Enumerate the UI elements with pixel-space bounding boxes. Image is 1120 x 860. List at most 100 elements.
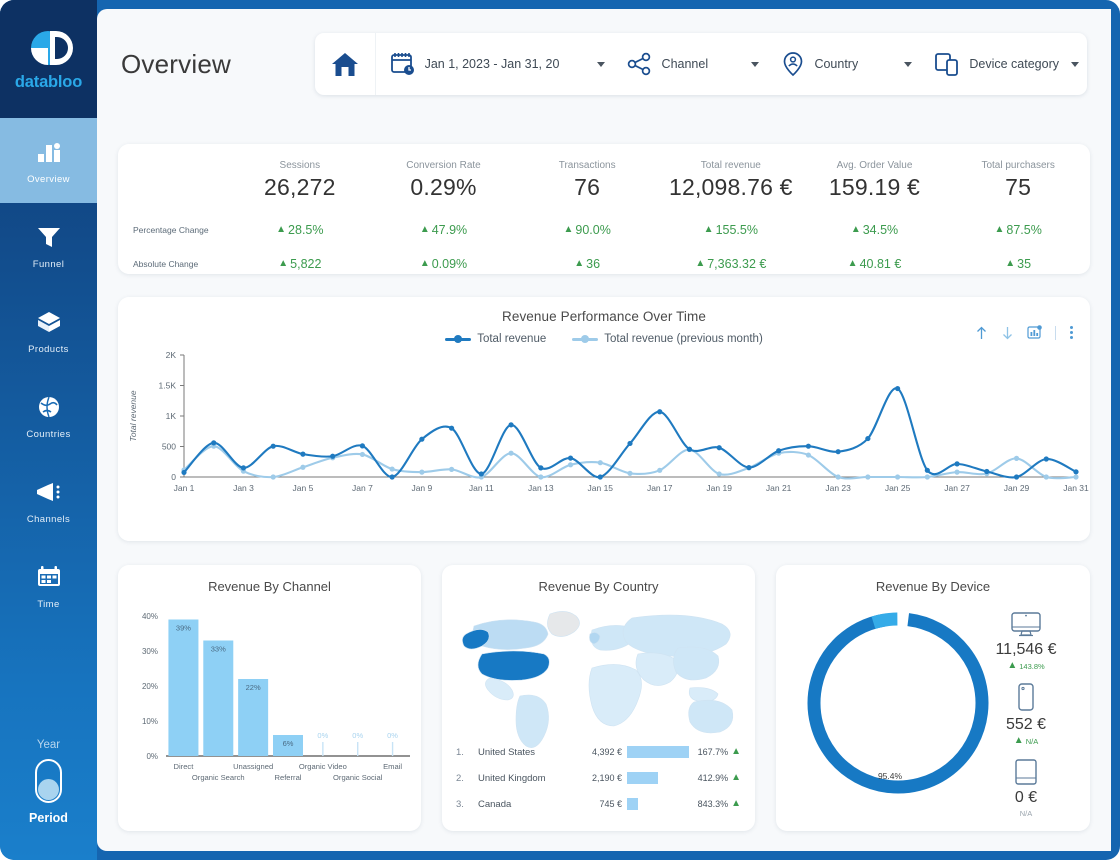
home-button[interactable]	[315, 33, 376, 95]
row-country: United States	[478, 746, 536, 758]
sidebar-item-label: Channels	[26, 513, 71, 525]
sidebar-item-products[interactable]: Products	[0, 288, 97, 373]
kpi-value: 26,272	[264, 174, 336, 200]
toggle-track[interactable]	[35, 759, 62, 803]
svg-text:Jan 7: Jan 7	[352, 483, 373, 493]
svg-text:0%: 0%	[387, 731, 398, 740]
row-bar	[627, 772, 689, 784]
filter-bar: Jan 1, 2023 - Jan 31, 2023 Channel Count…	[314, 33, 1087, 95]
row-rank: 3.	[456, 798, 464, 810]
list-item[interactable]: 0 € N/A	[1012, 757, 1040, 818]
filter-country[interactable]: Country	[767, 33, 920, 95]
svg-text:Jan 29: Jan 29	[1004, 483, 1030, 493]
up-arrow-icon: ▲	[994, 224, 1005, 235]
filter-device-category[interactable]: Device category	[920, 33, 1087, 95]
device-breakdown-list: 11,546 € ▲ 143.8% 552 € ▲ N/A 0 € N/A	[980, 611, 1072, 818]
brand-name: databloo	[14, 72, 83, 91]
revenue-by-channel-card: Revenue By Channel 0% 10% 20% 30% 40% 39% Dire…	[118, 565, 421, 831]
brand-logo[interactable]: databloo	[0, 0, 97, 118]
desktop-icon	[1009, 611, 1043, 639]
sidebar-item-time[interactable]: Time	[0, 543, 97, 628]
list-item[interactable]: 11,546 € ▲ 143.8%	[995, 611, 1057, 671]
kpi-abs-value: 40.81 €	[859, 257, 902, 271]
kpi-label: Total purchasers	[981, 160, 1055, 171]
svg-text:Jan 5: Jan 5	[293, 483, 314, 493]
chevron-down-icon[interactable]	[751, 61, 760, 67]
sidebar-item-overview[interactable]: Overview	[0, 118, 97, 203]
kpi-pct-sessions: ▲ 28.5%	[228, 213, 372, 247]
more-options-icon[interactable]	[1069, 325, 1074, 340]
kpi-abs-value: 5,822	[290, 257, 322, 271]
legend-color-swatch	[572, 335, 599, 343]
chevron-down-icon[interactable]	[904, 61, 913, 67]
table-row[interactable]: 3. Canada 745 € 843.3% ▲	[456, 791, 741, 817]
device-change: N/A	[1019, 809, 1033, 818]
kpi-abs-transactions: ▲ 36	[515, 247, 659, 281]
page-title: Overview	[121, 48, 231, 79]
table-row[interactable]: 1. United States 4,392 € 167.7% ▲	[456, 739, 741, 765]
svg-text:Email: Email	[383, 762, 402, 771]
period-toggle[interactable]: Year Period	[0, 739, 97, 825]
sidebar-item-label: Time	[37, 598, 60, 610]
chevron-down-icon[interactable]	[1070, 61, 1079, 67]
legend-item-total-revenue-previous[interactable]: Total revenue (previous month)	[572, 333, 763, 345]
device-change: ▲ N/A	[1013, 735, 1039, 746]
toggle-knob[interactable]	[38, 779, 59, 800]
country-ranking-table: 1. United States 4,392 € 167.7% ▲ 2. Unit…	[456, 739, 741, 817]
up-arrow-icon: ▲	[1013, 735, 1024, 746]
bar-chart-icon	[36, 137, 62, 167]
svg-text:1.5K: 1.5K	[159, 381, 177, 391]
kpi-pct-value: 87.5%	[1006, 223, 1042, 237]
world-map[interactable]	[442, 596, 755, 748]
kpi-summary-card: Sessions 26,272 Conversion Rate 0.29% Tr…	[118, 144, 1090, 274]
row-change: 843.3% ▲	[697, 798, 741, 810]
chart-toolbar	[975, 325, 1074, 340]
revenue-by-channel-chart: 0% 10% 20% 30% 40% 39% Direct 33% Organic Search…	[142, 612, 410, 782]
sidebar-item-funnel[interactable]: Funnel	[0, 203, 97, 288]
up-arrow-icon: ▲	[574, 258, 585, 269]
svg-text:Jan 11: Jan 11	[469, 483, 494, 493]
row-bar	[627, 746, 689, 758]
filter-channel[interactable]: Channel	[613, 33, 768, 95]
device-value: 0 €	[1014, 789, 1038, 806]
svg-text:Jan 17: Jan 17	[647, 483, 673, 493]
sidebar-item-channels[interactable]: Channels	[0, 458, 97, 543]
kpi-pct-value: 155.5%	[715, 223, 758, 237]
kpi-abs-total-revenue: ▲ 7,363.32 €	[659, 247, 803, 281]
mobile-icon	[1015, 682, 1037, 714]
kpi-value: 0.29%	[410, 174, 477, 200]
row-value: 2,190 €	[591, 773, 622, 783]
device-value: 552 €	[1005, 716, 1047, 733]
filter-date-value: Jan 1, 2023 - Jan 31, 2023	[424, 57, 559, 71]
svg-text:95.4%: 95.4%	[878, 771, 903, 781]
filter-date-range[interactable]: Jan 1, 2023 - Jan 31, 2023	[376, 33, 613, 95]
legend-item-total-revenue[interactable]: Total revenue	[445, 333, 546, 345]
sidebar-item-countries[interactable]: Countries	[0, 373, 97, 458]
svg-text:Jan 1: Jan 1	[174, 483, 195, 493]
row-change: 167.7% ▲	[697, 746, 741, 758]
kpi-value: 159.19 €	[828, 174, 921, 200]
kpi-label: Total revenue	[700, 160, 761, 171]
up-arrow-icon: ▲	[563, 224, 574, 235]
legend-label: Total revenue	[477, 333, 547, 345]
table-row[interactable]: 2. United Kingdom 2,190 € 412.9% ▲	[456, 765, 741, 791]
up-arrow-icon: ▲	[1007, 660, 1018, 671]
device-donut-chart[interactable]: 95.4%	[798, 603, 998, 803]
list-item[interactable]: 552 € ▲ N/A	[1006, 682, 1046, 746]
country-chart-title: Revenue By Country	[538, 579, 659, 594]
sort-asc-icon[interactable]	[975, 326, 988, 340]
export-chart-icon[interactable]	[1027, 325, 1042, 340]
svg-text:Jan 31: Jan 31	[1063, 483, 1089, 493]
dashboard-root: databloo Overview Funnel Products Countr…	[0, 0, 1120, 860]
svg-text:10%: 10%	[142, 717, 158, 726]
svg-text:0: 0	[171, 472, 176, 482]
kpi-abs-conversion-rate: ▲ 0.09%	[372, 247, 516, 281]
svg-text:Organic Search: Organic Search	[192, 773, 245, 782]
svg-text:Unassigned: Unassigned	[233, 762, 273, 771]
chevron-down-icon[interactable]	[596, 61, 605, 67]
row-value: 745 €	[599, 799, 622, 809]
kpi-abs-sessions: ▲ 5,822	[228, 247, 372, 281]
sort-desc-icon[interactable]	[1001, 326, 1014, 340]
row-value: 4,392 €	[591, 747, 622, 757]
svg-text:Total revenue: Total revenue	[128, 390, 138, 441]
